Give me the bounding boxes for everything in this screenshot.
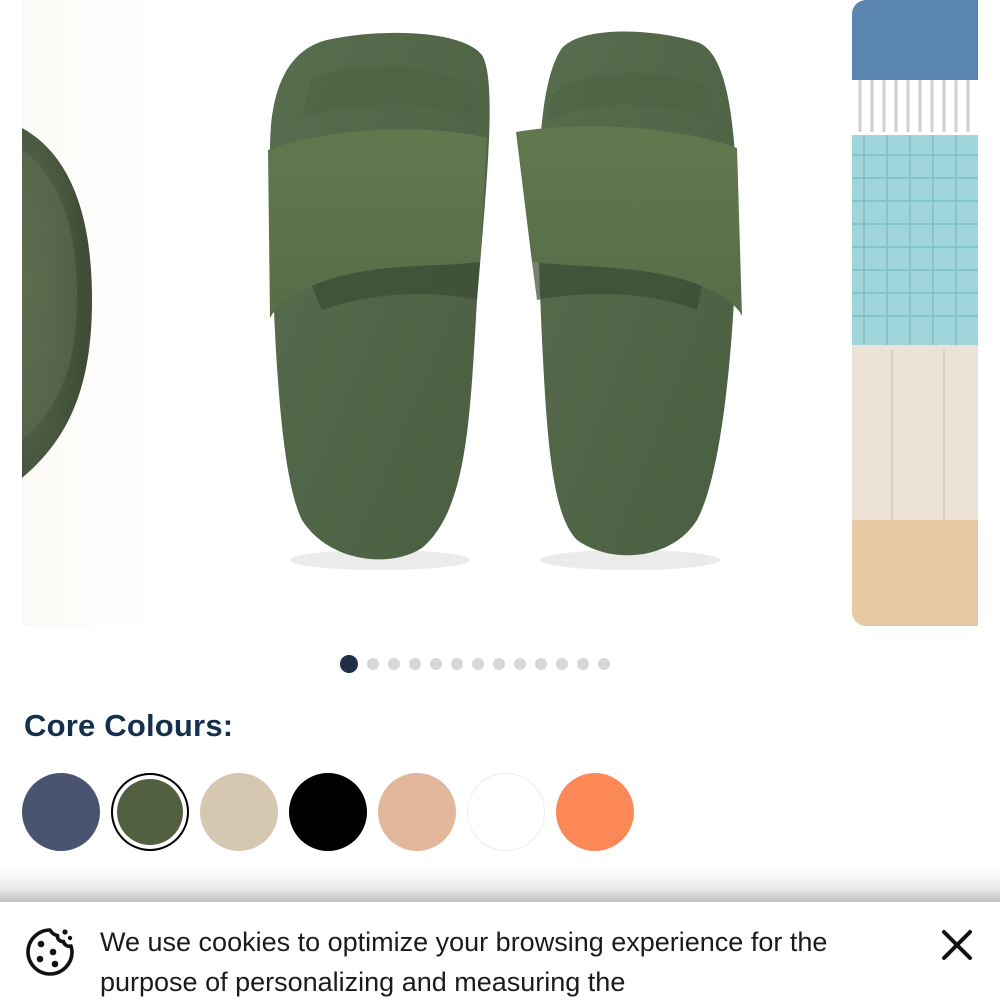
colour-swatch-peach[interactable]: [378, 773, 456, 851]
colour-swatch-navy[interactable]: [22, 773, 100, 851]
carousel-dot[interactable]: [493, 658, 505, 670]
carousel-dot[interactable]: [577, 658, 589, 670]
carousel-dot[interactable]: [535, 658, 547, 670]
right-sandal: [516, 31, 742, 570]
carousel-dot[interactable]: [598, 658, 610, 670]
next-slide-image[interactable]: [852, 0, 978, 626]
carousel-dot[interactable]: [340, 655, 358, 673]
carousel-dot[interactable]: [514, 658, 526, 670]
colour-swatch-sand[interactable]: [200, 773, 278, 851]
carousel-dot[interactable]: [388, 658, 400, 670]
carousel-dot[interactable]: [451, 658, 463, 670]
carousel-dot[interactable]: [367, 658, 379, 670]
cookie-banner-shadow: [0, 868, 1000, 904]
carousel-dot[interactable]: [472, 658, 484, 670]
cookie-icon: [26, 928, 74, 976]
colour-swatch-orange[interactable]: [556, 773, 634, 851]
slide-crop-sole: [22, 128, 92, 478]
cookie-banner: We use cookies to optimize your browsing…: [0, 902, 1000, 1000]
main-slide-image[interactable]: [152, 0, 842, 626]
carousel-dot[interactable]: [409, 658, 421, 670]
carousel-dot[interactable]: [556, 658, 568, 670]
colour-swatch-black[interactable]: [289, 773, 367, 851]
close-icon[interactable]: [936, 924, 978, 966]
carousel-pagination: [340, 654, 610, 674]
colour-swatch-khaki[interactable]: [111, 773, 189, 851]
pool-scene-image: [852, 0, 978, 626]
colour-swatch-list: [22, 773, 634, 851]
carousel-dot[interactable]: [430, 658, 442, 670]
cookie-message: We use cookies to optimize your browsing…: [100, 927, 828, 997]
left-sandal: [268, 32, 490, 570]
green-slide-sandals-image: [268, 31, 742, 570]
colour-swatch-white[interactable]: [467, 773, 545, 851]
product-image-carousel[interactable]: [0, 0, 1000, 640]
core-colours-heading: Core Colours:: [24, 708, 234, 743]
previous-slide-image[interactable]: [22, 0, 152, 626]
